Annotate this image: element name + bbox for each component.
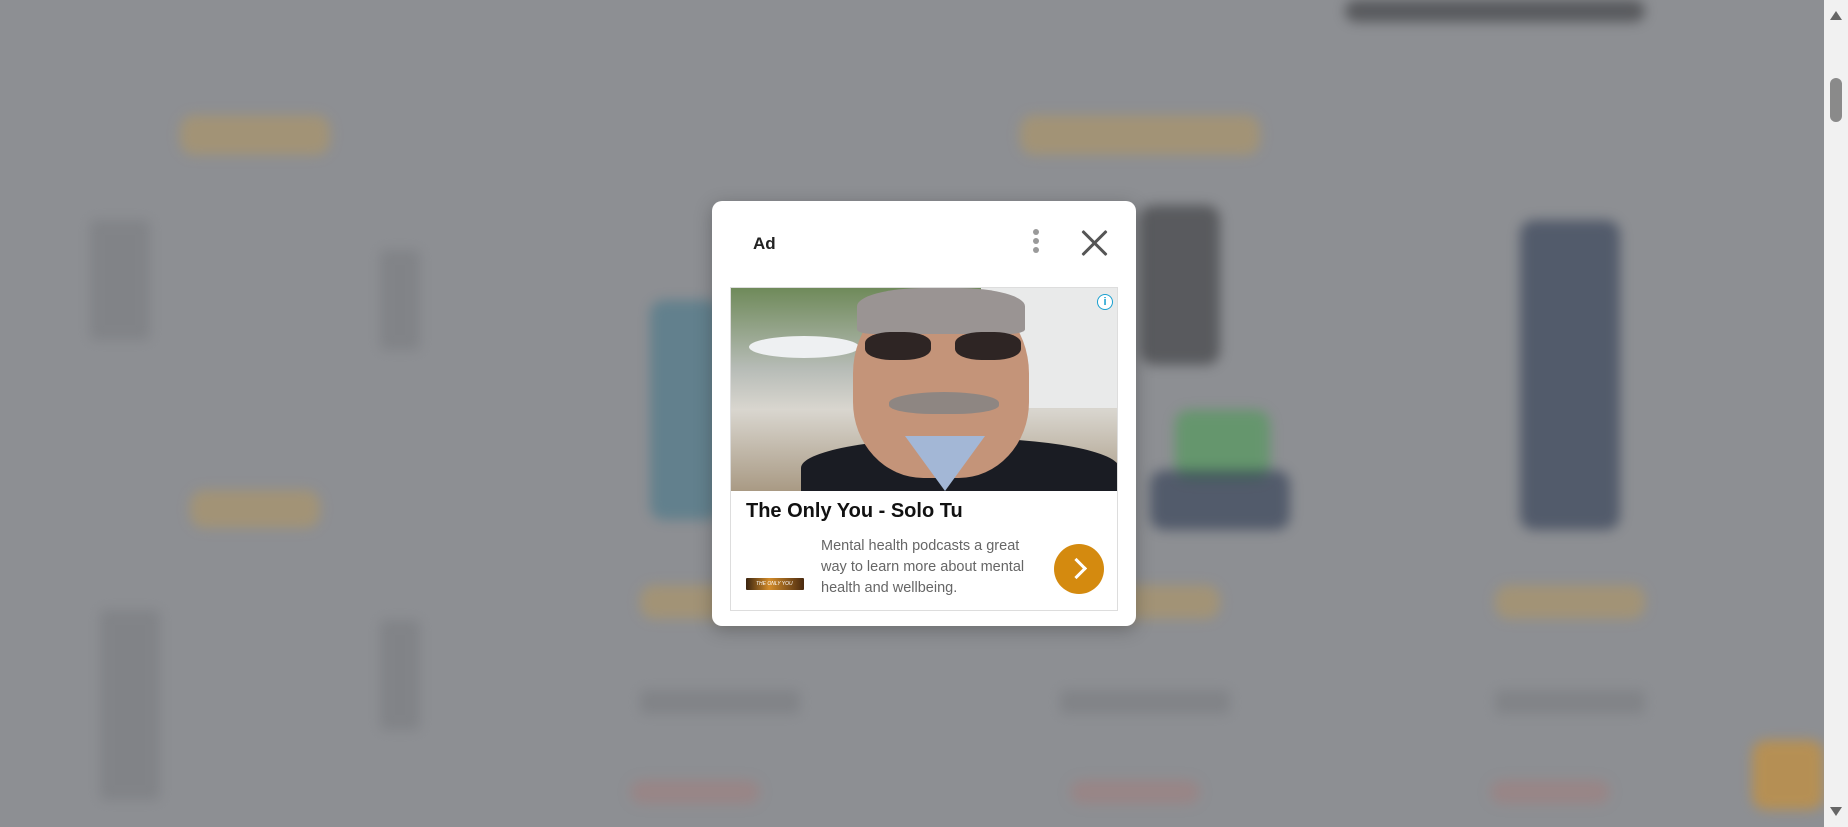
scroll-up-arrow-icon[interactable] — [1830, 11, 1842, 20]
vertical-dots-icon[interactable] — [1030, 229, 1042, 257]
bg-person-image — [1520, 220, 1620, 530]
ad-headline[interactable]: The Only You - Solo Tu — [746, 500, 963, 523]
ad-description[interactable]: Mental health podcasts a great way to le… — [821, 536, 1041, 599]
bg-button — [190, 490, 320, 528]
bg-text-line — [1060, 690, 1230, 714]
bg-button — [1495, 585, 1645, 619]
bg-person-image — [650, 300, 720, 520]
scroll-down-arrow-icon[interactable] — [1830, 807, 1842, 816]
bg-scroll-top-button — [1752, 740, 1824, 810]
ad-modal: Ad i The Only You - Solo Tu THE ONLY YOU… — [712, 201, 1136, 626]
bg-text-block — [380, 250, 420, 350]
bg-heading-highlight — [180, 115, 330, 155]
bg-text-line — [640, 690, 800, 714]
ad-photo[interactable]: i — [731, 288, 1117, 491]
bg-text-block — [90, 220, 150, 340]
scroll-thumb[interactable] — [1830, 78, 1842, 122]
info-icon[interactable]: i — [1097, 294, 1113, 310]
ad-creative[interactable]: i The Only You - Solo Tu THE ONLY YOU Me… — [730, 287, 1118, 611]
bg-text-line — [1490, 780, 1610, 804]
page-scrollbar[interactable] — [1824, 0, 1848, 827]
bg-person-image — [1140, 205, 1220, 365]
bg-text-block — [380, 620, 420, 730]
logo-text: THE ONLY YOU — [756, 581, 793, 587]
bg-person-image — [1150, 470, 1290, 530]
bg-text-line — [1070, 780, 1200, 804]
close-icon[interactable] — [1080, 228, 1110, 258]
bg-text-line — [1495, 690, 1645, 714]
bg-heading-highlight — [1020, 115, 1260, 155]
advertiser-logo[interactable]: THE ONLY YOU — [746, 578, 804, 590]
bg-banner-image — [1345, 0, 1645, 22]
bg-text-block — [100, 610, 160, 800]
chevron-right-icon[interactable] — [1054, 544, 1104, 594]
bg-text-line — [630, 780, 760, 804]
ad-label: Ad — [753, 234, 776, 253]
